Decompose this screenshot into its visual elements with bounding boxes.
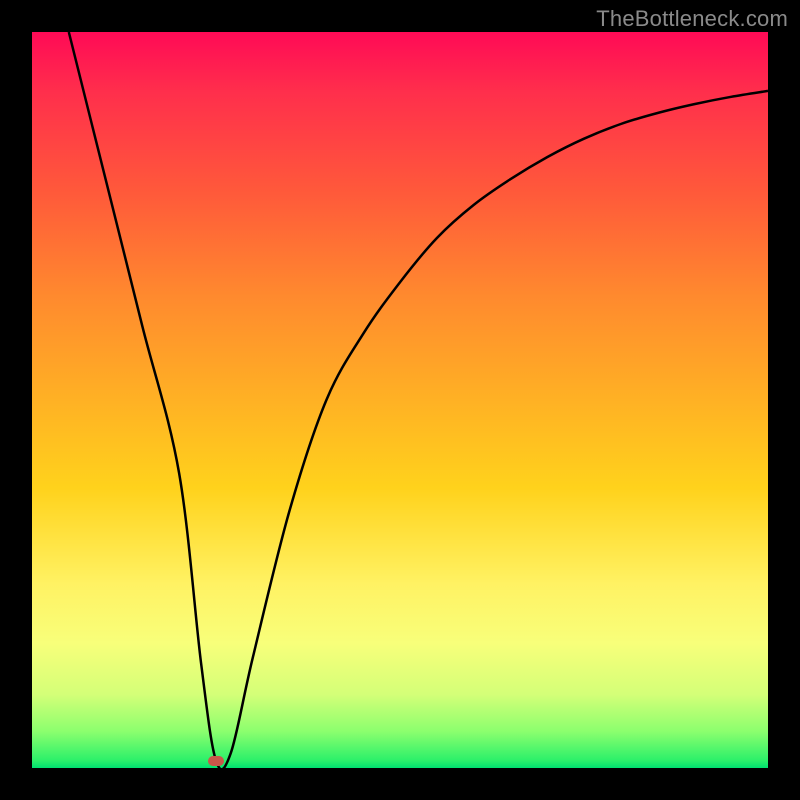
chart-frame: TheBottleneck.com — [0, 0, 800, 800]
minimum-marker — [208, 756, 224, 766]
curve-path — [69, 32, 768, 769]
watermark-label: TheBottleneck.com — [596, 6, 788, 32]
plot-area — [32, 32, 768, 768]
curve-svg — [32, 32, 768, 768]
